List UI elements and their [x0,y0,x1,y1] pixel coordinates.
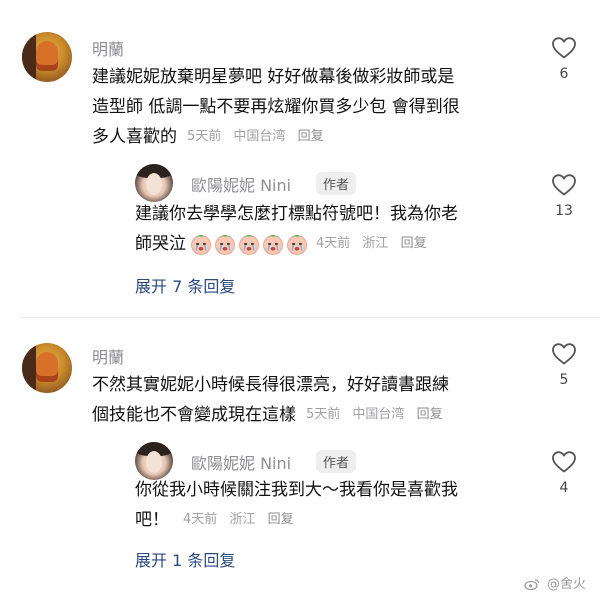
like-button[interactable]: 6 [549,36,579,82]
reply-button[interactable]: 回复 [417,407,443,422]
avatar[interactable] [22,343,72,393]
reply-button[interactable]: 回复 [401,236,427,251]
comment-line: 多人喜歡的 [92,127,177,147]
like-count: 6 [559,66,569,82]
reply-time: 4天前 [183,512,218,527]
weibo-logo-icon [524,578,539,590]
reply-line: 你從我小時候關注我到大～我看你是喜歡我 [135,480,458,500]
watermark-text: @舍火 [546,577,586,592]
replier-name[interactable]: 歐陽妮妮 Nini [191,172,291,196]
reply-location: 浙江 [362,236,389,251]
heart-outline-icon [552,451,576,473]
reply-time: 4天前 [316,236,351,251]
reply-last-line: 師哭泣 4天前 浙江 回复 [135,229,458,259]
heart-outline-icon [552,37,576,59]
reply-button[interactable]: 回复 [268,512,294,527]
like-count: 5 [559,372,569,388]
like-count: 4 [559,480,569,496]
crying-face-emoji-icon [287,235,307,255]
heart-outline-icon [552,343,576,365]
reply-meta: 4天前 浙江 回复 [316,229,435,259]
comment-last-line: 個技能也不會變成現在這樣 5天前 中国台湾 回复 [92,400,451,430]
like-button[interactable]: 5 [549,342,579,388]
expand-replies-button[interactable]: 展开 7 条回复 [135,273,235,297]
avatar[interactable] [135,164,173,202]
comment-meta: 5天前 中国台湾 回复 [306,400,451,430]
like-count: 13 [555,203,573,219]
comment-line: 不然其實妮妮小時候長得很漂亮，好好讀書跟練 [92,375,449,395]
comment-thread-1: 明蘭 建議妮妮放棄明星夢吧 好好做幕後做彩妝師或是 造型師 低調一點不要再炫耀你… [0,0,600,318]
crying-face-emoji-icon [239,235,259,255]
reply-text: 你從我小時候關注我到大～我看你是喜歡我 吧！ 4天前 浙江 回复 [135,475,458,535]
comment-location: 中国台湾 [352,407,405,422]
commenter-name[interactable]: 明蘭 [92,36,124,60]
heart-outline-icon [552,174,576,196]
comment-line: 個技能也不會變成現在這樣 [92,405,296,425]
emoji-row [190,233,310,255]
comments-page: 明蘭 建議妮妮放棄明星夢吧 好好做幕後做彩妝師或是 造型師 低調一點不要再炫耀你… [0,0,600,600]
comment-last-line: 多人喜歡的 5天前 中国台湾 回复 [92,122,460,152]
comment-thread-2: 明蘭 不然其實妮妮小時候長得很漂亮，好好讀書跟練 個技能也不會變成現在這樣 5天… [0,318,600,600]
replier-name[interactable]: 歐陽妮妮 Nini [191,450,291,474]
comment-location: 中国台湾 [233,129,286,144]
reply-line: 吧！ [135,510,169,530]
commenter-name[interactable]: 明蘭 [92,344,124,368]
watermark: @舍火 [524,573,586,592]
crying-face-emoji-icon [263,235,283,255]
comment-meta: 5天前 中国台湾 回复 [187,122,332,152]
expand-replies-button[interactable]: 展开 1 条回复 [135,547,235,571]
comment-line: 建議妮妮放棄明星夢吧 好好做幕後做彩妝師或是 [92,67,455,87]
like-button[interactable]: 4 [549,450,579,496]
author-badge: 作者 [316,450,357,473]
reply-meta: 4天前 浙江 回复 [183,505,302,535]
reply-location: 浙江 [229,512,256,527]
reply-line: 師哭泣 [135,234,186,254]
avatar[interactable] [22,32,72,82]
reply-button[interactable]: 回复 [298,129,324,144]
crying-face-emoji-icon [215,235,235,255]
reply-last-line: 吧！ 4天前 浙江 回复 [135,505,458,535]
like-button[interactable]: 13 [549,173,579,219]
comment-text: 不然其實妮妮小時候長得很漂亮，好好讀書跟練 個技能也不會變成現在這樣 5天前 中… [92,370,451,430]
author-badge: 作者 [316,172,357,195]
comment-text: 建議妮妮放棄明星夢吧 好好做幕後做彩妝師或是 造型師 低調一點不要再炫耀你買多少… [92,62,460,152]
reply-text: 建議你去學學怎麼打標點符號吧！我為你老 師哭泣 4天前 浙江 回复 [135,199,458,259]
comment-line: 造型師 低調一點不要再炫耀你買多少包 會得到很 [92,97,460,117]
reply-line: 建議你去學學怎麼打標點符號吧！我為你老 [135,204,458,224]
comment-time: 5天前 [306,407,341,422]
comment-time: 5天前 [187,129,222,144]
crying-face-emoji-icon [191,235,211,255]
